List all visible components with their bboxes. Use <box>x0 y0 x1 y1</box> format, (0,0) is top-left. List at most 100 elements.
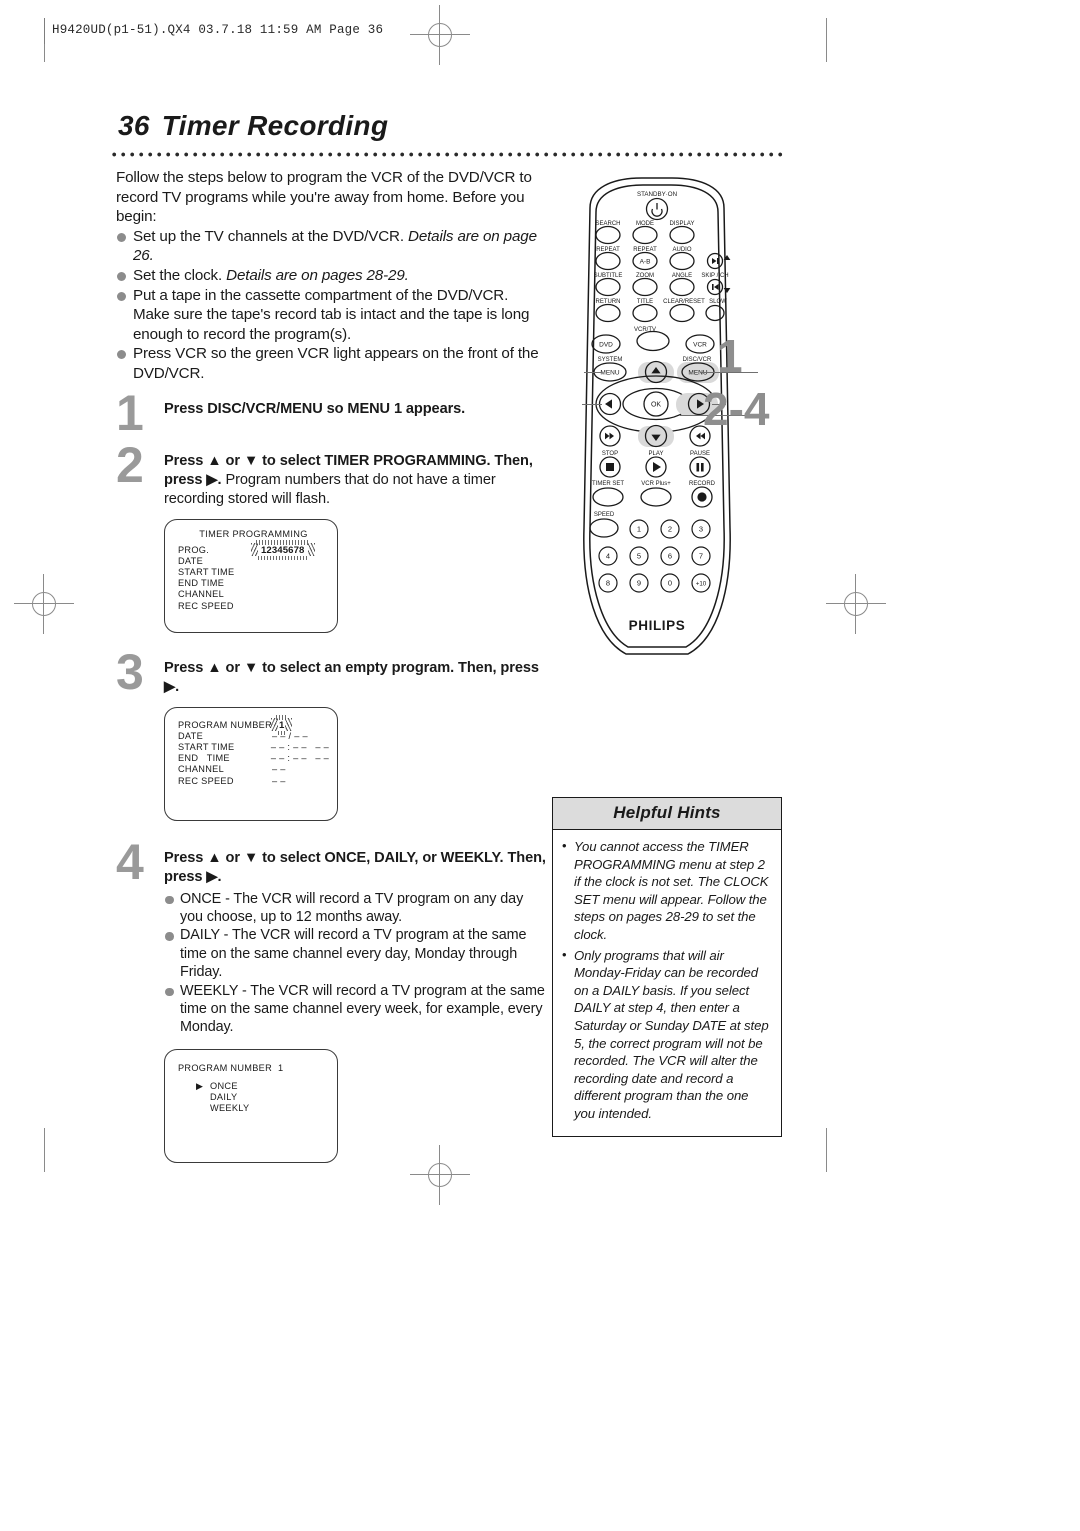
crop-line-bottom-right <box>826 1128 827 1172</box>
helpful-hints-heading: Helpful Hints <box>553 798 781 830</box>
osd-row: END TIME – – : – – – – <box>178 753 329 764</box>
remote-control-illustration: STANDBY·ON SEARCH MODE DISPLAY REPEAT REPEA… <box>560 168 860 678</box>
crop-line-bottom-left <box>44 1128 45 1172</box>
osd-row: DATE – – / – – <box>178 731 329 742</box>
svg-text:PLAY: PLAY <box>649 451 664 457</box>
step-3: 3 Press ▲ or ▼ to select an empty progra… <box>116 647 546 697</box>
svg-text:1: 1 <box>637 525 641 534</box>
callout-number-2-4: 2-4 <box>703 383 770 435</box>
helpful-hints-list: You cannot access the TIMER PROGRAMMING … <box>561 837 771 1123</box>
step-number: 2 <box>116 436 144 493</box>
svg-text:A-B: A-B <box>640 259 651 266</box>
osd-screen-program-number: PROGRAM NUMBER 1 DATE – – / – – START TIM… <box>164 706 338 821</box>
flashing-value: 12345678 <box>251 539 314 560</box>
step-text: Press ▲ or ▼ to select TIMER PROGRAMMING… <box>164 452 546 509</box>
registration-mark-left <box>14 574 74 634</box>
osd-value: 1 <box>279 719 285 731</box>
step-1: 1 Press DISC/VCR/MENU so MENU 1 appears. <box>116 388 546 438</box>
osd-value: – – <box>272 775 286 786</box>
osd-value: – – : – – – – <box>270 753 329 764</box>
callout-number-1: 1 <box>717 330 743 382</box>
svg-text:STANDBY·ON: STANDBY·ON <box>637 191 677 198</box>
step-text: Press ▲ or ▼ to select an empty program.… <box>164 659 546 697</box>
bullet-text: Set the clock. <box>133 266 227 284</box>
osd-value: – – <box>272 764 286 775</box>
step-text: Press DISC/VCR/MENU so MENU 1 appears. <box>164 400 546 419</box>
osd-option-label: ONCE <box>210 1080 238 1091</box>
svg-text:0: 0 <box>668 579 672 588</box>
osd-value: – – : – – – – <box>270 741 329 752</box>
osd-value: 12345678 <box>261 544 305 556</box>
osd-row: START TIME <box>178 567 329 578</box>
osd-row: CHANNEL – – <box>178 764 329 775</box>
osd-screen-once-daily-weekly: PROGRAM NUMBER 1 ▶ ONCE DAILY WEEKLY <box>164 1048 338 1163</box>
svg-text:RECORD: RECORD <box>689 481 716 487</box>
bullet-text: Put a tape in the cassette compartment o… <box>133 286 530 343</box>
manual-page: H9420UD(p1-51).QX4 03.7.18 11:59 AM Page… <box>0 0 1080 1531</box>
osd-label: END TIME <box>178 578 225 589</box>
osd-option-row: WEEKLY <box>178 1103 329 1114</box>
osd-label: START TIME <box>178 741 235 752</box>
svg-text:MENU: MENU <box>600 370 619 377</box>
intro-paragraph: Follow the steps below to program the VC… <box>116 169 532 226</box>
svg-text:2: 2 <box>668 525 672 534</box>
svg-text:SYSTEM: SYSTEM <box>598 357 623 363</box>
osd-row: START TIME – – : – – – – <box>178 742 329 753</box>
helpful-hints-box: Helpful Hints You cannot access the TIME… <box>552 797 782 1137</box>
cursor-arrow-icon: ▶ <box>196 1080 204 1091</box>
title-dotted-rule <box>112 150 784 159</box>
svg-text:DVD: DVD <box>599 342 613 349</box>
callout-leader-left-1 <box>584 372 602 374</box>
osd-label: REC SPEED <box>178 600 234 611</box>
osd-label: END TIME <box>178 753 230 764</box>
svg-text:STOP: STOP <box>602 451 618 457</box>
svg-text:4: 4 <box>606 552 610 561</box>
svg-text:SLOW: SLOW <box>709 299 727 305</box>
step-text: Press ▲ or ▼ to select ONCE, DAILY, or W… <box>164 849 546 1037</box>
list-item: Press VCR so the green VCR light appears… <box>116 344 546 383</box>
osd-title: TIMER PROGRAMMING <box>199 528 308 539</box>
list-item: Set up the TV channels at the DVD/VCR. D… <box>116 227 546 266</box>
svg-text:3: 3 <box>699 525 703 534</box>
page-title: 36 Timer Recording <box>118 110 388 142</box>
osd-screen-timer-programming: TIMER PROGRAMMING PROG. 12345678 DATE ST… <box>164 518 338 633</box>
svg-text:7: 7 <box>699 552 703 561</box>
prerequisite-list: Set up the TV channels at the DVD/VCR. D… <box>116 227 546 384</box>
osd-label: PROG. <box>178 544 210 555</box>
content-column: Follow the steps below to program the VC… <box>116 168 546 1163</box>
osd-option-label: WEEKLY <box>210 1103 250 1114</box>
svg-text:OK: OK <box>651 402 661 409</box>
svg-text:PAUSE: PAUSE <box>690 451 710 457</box>
svg-text:SKIP / CH: SKIP / CH <box>701 273 728 279</box>
osd-row: PROGRAM NUMBER 1 <box>178 714 329 735</box>
osd-option-row: ▶ ONCE <box>178 1081 329 1092</box>
svg-text:5: 5 <box>637 552 641 561</box>
registration-mark-top <box>410 5 470 65</box>
step-number: 1 <box>116 384 144 441</box>
svg-text:TIMER SET: TIMER SET <box>592 481 624 487</box>
osd-label: DATE <box>178 555 204 566</box>
osd-option-row: DAILY <box>178 1092 329 1103</box>
osd-label: START TIME <box>178 566 235 577</box>
osd-rows: PROG. 12345678 DATE START TIME END TIME … <box>178 539 329 612</box>
page-title-text: Timer Recording <box>161 110 389 141</box>
running-head: H9420UD(p1-51).QX4 03.7.18 11:59 AM Page… <box>52 23 384 37</box>
osd-row: PROGRAM NUMBER 1 <box>178 1063 329 1074</box>
osd-row: END TIME <box>178 578 329 589</box>
list-item: WEEKLY - The VCR will record a TV progra… <box>164 982 546 1037</box>
list-item: DAILY - The VCR will record a TV program… <box>164 926 546 981</box>
osd-rows: PROGRAM NUMBER 1 ▶ ONCE DAILY WEEKLY <box>178 1063 329 1115</box>
svg-text:VCR Plus+: VCR Plus+ <box>641 481 671 487</box>
step-4: 4 Press ▲ or ▼ to select ONCE, DAILY, or… <box>116 837 546 1037</box>
step-4-options-list: ONCE - The VCR will record a TV program … <box>164 890 546 1037</box>
running-head-rule <box>44 18 45 44</box>
svg-text:VCR: VCR <box>693 342 707 349</box>
osd-option-label: DAILY <box>210 1092 238 1103</box>
bullet-text: Set up the TV channels at the DVD/VCR. <box>133 227 408 245</box>
bullet-italic: Details are on pages 28-29. <box>226 266 409 284</box>
svg-text:PHILIPS: PHILIPS <box>629 618 686 633</box>
step-bold-lead: Press ▲ or ▼ to select ONCE, DAILY, or W… <box>164 849 546 885</box>
svg-text:+10: +10 <box>696 581 707 588</box>
page-number: 36 <box>118 110 150 141</box>
step-number: 3 <box>116 643 144 700</box>
